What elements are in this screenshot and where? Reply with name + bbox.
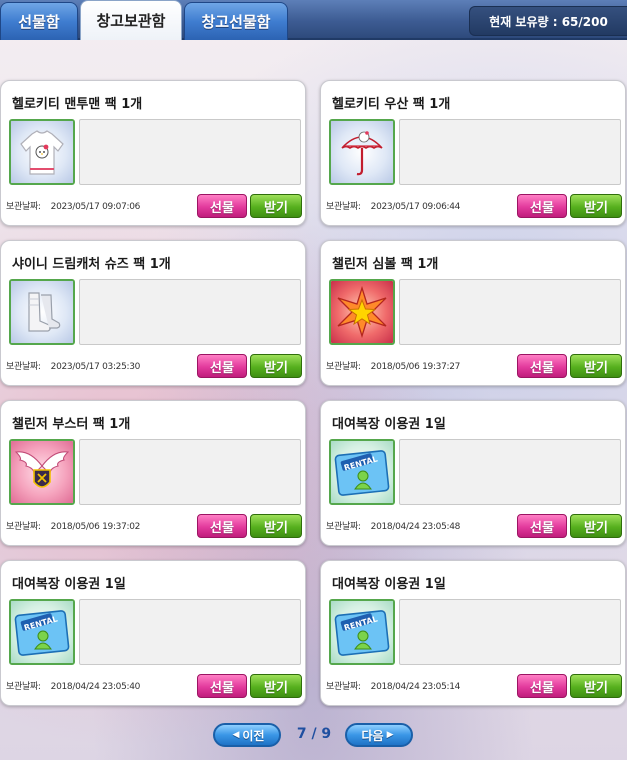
tab-gift-box[interactable]: 선물함 (0, 2, 78, 40)
storage-date: 보관날짜: 2018/05/06 19:37:27 (326, 362, 461, 372)
item-card: 대여복장 이용권 1일 RENTAL 보관날짜: 2018/04/24 23:05… (0, 560, 306, 706)
star-emblem-icon (329, 279, 395, 345)
winged-badge-icon (9, 439, 75, 505)
rental-ticket-icon: RENTAL (329, 599, 395, 665)
item-title: 대여복장 이용권 1일 (332, 577, 446, 592)
item-card: 헬로키티 우산 팩 1개 보관날짜: 2023/05/17 09:06:44 선물… (320, 80, 626, 226)
gift-button[interactable]: 선물 (517, 674, 567, 698)
item-card: 샤이니 드림캐처 슈즈 팩 1개 보관날짜: 2023/05/17 03:25:3… (0, 240, 306, 386)
receive-button[interactable]: 받기 (570, 194, 622, 218)
next-page-button[interactable]: 다음 ▶ (345, 723, 413, 747)
boots-icon (9, 279, 75, 345)
item-description-box (399, 279, 621, 345)
item-description-box (79, 279, 301, 345)
storage-date: 보관날짜: 2018/04/24 23:05:48 (326, 522, 461, 532)
item-card: 헬로키티 맨투맨 팩 1개 보관날짜: 2023/05/17 09:07:06 선… (0, 80, 306, 226)
page-indicator: 7 / 9 (296, 726, 332, 742)
rental-ticket-icon: RENTAL (9, 599, 75, 665)
item-card: 챌린저 부스터 팩 1개 보관날짜: 2018/05/06 19:37:02 선물… (0, 400, 306, 546)
gift-button[interactable]: 선물 (197, 354, 247, 378)
item-description-box (79, 439, 301, 505)
item-description-box (79, 119, 301, 185)
item-card: 대여복장 이용권 1일 RENTAL 보관날짜: 2018/04/24 23:05… (320, 560, 626, 706)
storage-date: 보관날짜: 2018/04/24 23:05:14 (326, 682, 461, 692)
item-description-box (399, 599, 621, 665)
chevron-left-icon: ◀ (232, 730, 240, 740)
item-description-box (399, 439, 621, 505)
chevron-right-icon: ▶ (386, 730, 394, 740)
receive-button[interactable]: 받기 (250, 674, 302, 698)
item-card: 대여복장 이용권 1일 RENTAL 보관날짜: 2018/04/24 23:05… (320, 400, 626, 546)
receive-button[interactable]: 받기 (570, 514, 622, 538)
item-title: 챌린저 심볼 팩 1개 (332, 257, 439, 272)
sweatshirt-icon (9, 119, 75, 185)
item-title: 챌린저 부스터 팩 1개 (12, 417, 131, 432)
storage-date: 보관날짜: 2018/04/24 23:05:40 (6, 682, 141, 692)
umbrella-icon (329, 119, 395, 185)
tab-storage-gift-box[interactable]: 창고선물함 (184, 2, 288, 40)
gift-button[interactable]: 선물 (517, 194, 567, 218)
item-description-box (79, 599, 301, 665)
item-title: 대여복장 이용권 1일 (332, 417, 446, 432)
gift-button[interactable]: 선물 (197, 674, 247, 698)
item-title: 헬로키티 맨투맨 팩 1개 (12, 97, 143, 112)
top-bar: 선물함 창고보관함 창고선물함 현재 보유량 : 65/200 (0, 0, 627, 40)
item-title: 샤이니 드림캐처 슈즈 팩 1개 (12, 257, 171, 272)
gift-button[interactable]: 선물 (517, 354, 567, 378)
storage-date: 보관날짜: 2023/05/17 09:06:44 (326, 202, 461, 212)
item-description-box (399, 119, 621, 185)
storage-date: 보관날짜: 2023/05/17 09:07:06 (6, 202, 141, 212)
receive-button[interactable]: 받기 (570, 674, 622, 698)
tab-storage-box[interactable]: 창고보관함 (80, 0, 182, 40)
gift-button[interactable]: 선물 (197, 194, 247, 218)
capacity-indicator: 현재 보유량 : 65/200 (469, 6, 627, 36)
gift-button[interactable]: 선물 (197, 514, 247, 538)
item-card: 챌린저 심볼 팩 1개 보관날짜: 2018/05/06 19:37:27 선물 … (320, 240, 626, 386)
prev-page-button[interactable]: ◀ 이전 (213, 723, 281, 747)
receive-button[interactable]: 받기 (570, 354, 622, 378)
item-title: 헬로키티 우산 팩 1개 (332, 97, 451, 112)
receive-button[interactable]: 받기 (250, 194, 302, 218)
storage-date: 보관날짜: 2018/05/06 19:37:02 (6, 522, 141, 532)
receive-button[interactable]: 받기 (250, 514, 302, 538)
item-title: 대여복장 이용권 1일 (12, 577, 126, 592)
storage-date: 보관날짜: 2023/05/17 03:25:30 (6, 362, 141, 372)
gift-button[interactable]: 선물 (517, 514, 567, 538)
receive-button[interactable]: 받기 (250, 354, 302, 378)
rental-ticket-icon: RENTAL (329, 439, 395, 505)
